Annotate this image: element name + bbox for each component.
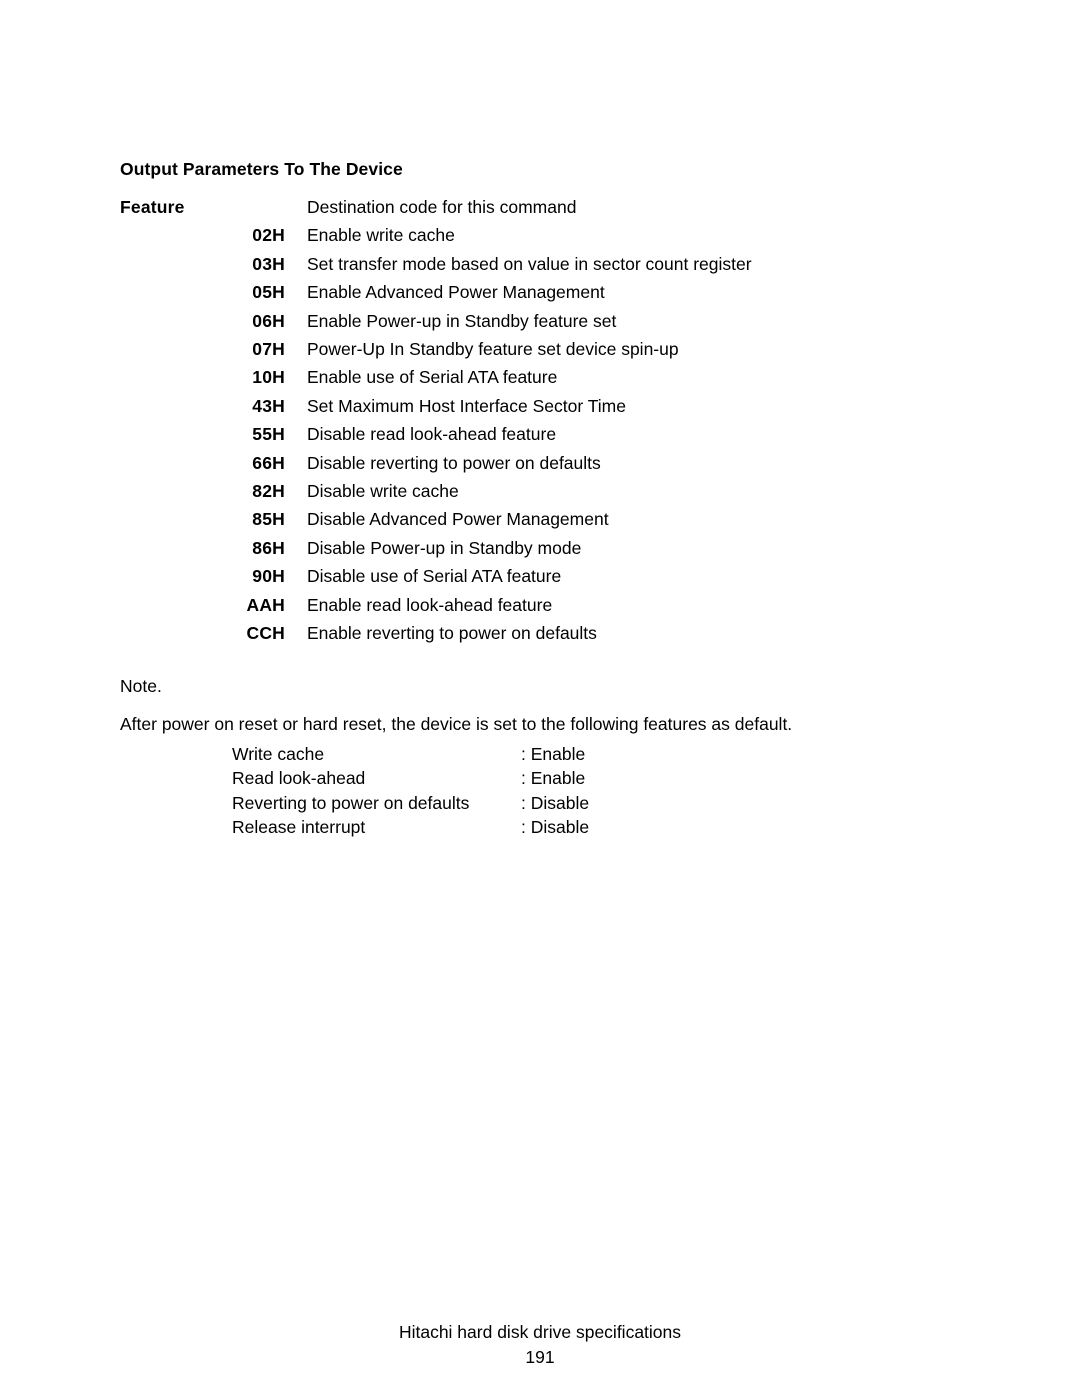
feature-code-description: Enable reverting to power on defaults	[307, 623, 597, 644]
table-row: 02H Enable write cache	[120, 221, 752, 249]
default-feature-name: Write cache	[232, 743, 325, 764]
feature-code-description: Disable write cache	[307, 481, 459, 502]
feature-code-description: Disable Power-up in Standby mode	[307, 537, 582, 558]
feature-code-description: Disable Advanced Power Management	[307, 509, 609, 530]
feature-code: 85H	[252, 509, 285, 530]
feature-code: 82H	[252, 481, 285, 502]
feature-code-description: Disable read look-ahead feature	[307, 424, 557, 445]
section-title: Output Parameters To The Device	[120, 159, 403, 179]
feature-code: 05H	[252, 282, 285, 303]
feature-code: 02H	[252, 225, 285, 246]
table-row: 10H Enable use of Serial ATA feature	[120, 363, 752, 391]
feature-code-description: Enable Advanced Power Management	[307, 282, 605, 303]
feature-code-description: Enable Power-up in Standby feature set	[307, 310, 617, 331]
footer-title: Hitachi hard disk drive specifications	[398, 1322, 682, 1342]
feature-code: 43H	[252, 395, 285, 416]
table-row: 90H Disable use of Serial ATA feature	[120, 562, 752, 590]
note-label: Note.	[120, 675, 162, 696]
document-page: Output Parameters To The Device Feature …	[0, 0, 1080, 1397]
table-row: 07H Power-Up In Standby feature set devi…	[120, 335, 752, 363]
table-row: 43H Set Maximum Host Interface Sector Ti…	[120, 392, 752, 420]
default-feature-value: : Enable	[521, 743, 586, 764]
default-feature-value: : Enable	[521, 768, 586, 788]
feature-code-description: Set Maximum Host Interface Sector Time	[307, 395, 626, 416]
feature-code: 03H	[252, 253, 285, 274]
feature-code-description: Power-Up In Standby feature set device s…	[307, 339, 679, 360]
default-feature-name: Read look-ahead	[232, 768, 366, 788]
feature-code-description: Set transfer mode based on value in sect…	[307, 253, 752, 274]
table-row: Read look-ahead : Enable	[232, 766, 589, 791]
feature-label: Feature	[120, 197, 185, 217]
default-feature-name: Reverting to power on defaults	[232, 792, 470, 813]
default-feature-name: Release interrupt	[232, 817, 366, 837]
feature-header-row: Feature Destination code for this comman…	[120, 193, 752, 221]
feature-code: 90H	[252, 566, 285, 587]
table-row: 06H Enable Power-up in Standby feature s…	[120, 307, 752, 335]
feature-code: 10H	[252, 367, 285, 388]
feature-code: 55H	[252, 424, 285, 445]
default-features-table: Write cache : Enable Read look-ahead : E…	[232, 742, 589, 840]
feature-code: 06H	[252, 310, 285, 331]
feature-code: 07H	[252, 339, 285, 360]
table-row: Write cache : Enable	[232, 742, 589, 767]
default-feature-value: : Disable	[521, 792, 590, 813]
feature-code: CCH	[246, 623, 285, 644]
table-row: 66H Disable reverting to power on defaul…	[120, 449, 752, 477]
table-row: AAH Enable read look-ahead feature	[120, 591, 752, 619]
feature-code-description: Enable write cache	[307, 225, 455, 246]
page-footer: Hitachi hard disk drive specifications 1…	[0, 1320, 1080, 1369]
default-feature-value: : Disable	[521, 817, 590, 837]
feature-description: Destination code for this command	[307, 197, 577, 217]
feature-code-description: Enable read look-ahead feature	[307, 594, 553, 615]
feature-code-table: Feature Destination code for this comman…	[120, 193, 752, 648]
table-row: 82H Disable write cache	[120, 477, 752, 505]
table-row: 05H Enable Advanced Power Management	[120, 278, 752, 306]
table-row: CCH Enable reverting to power on default…	[120, 619, 752, 647]
feature-code: 66H	[252, 452, 285, 473]
note-block: Note. After power on reset or hard reset…	[120, 672, 960, 840]
page-content: Output Parameters To The Device Feature …	[120, 155, 960, 840]
table-row: Reverting to power on defaults : Disable	[232, 791, 589, 816]
note-text: After power on reset or hard reset, the …	[120, 713, 793, 734]
table-row: 86H Disable Power-up in Standby mode	[120, 534, 752, 562]
table-row: 85H Disable Advanced Power Management	[120, 505, 752, 533]
feature-code: AAH	[246, 594, 285, 615]
feature-code-description: Disable reverting to power on defaults	[307, 452, 601, 473]
feature-code-table-body: Feature Destination code for this comman…	[120, 193, 752, 648]
table-row: 55H Disable read look-ahead feature	[120, 420, 752, 448]
table-row: 03H Set transfer mode based on value in …	[120, 250, 752, 278]
feature-code: 86H	[252, 537, 285, 558]
default-features-table-body: Write cache : Enable Read look-ahead : E…	[232, 742, 589, 840]
feature-code-description: Enable use of Serial ATA feature	[307, 367, 558, 388]
footer-page-number: 191	[525, 1347, 555, 1367]
feature-code-description: Disable use of Serial ATA feature	[307, 566, 562, 587]
table-row: Release interrupt : Disable	[232, 815, 589, 840]
